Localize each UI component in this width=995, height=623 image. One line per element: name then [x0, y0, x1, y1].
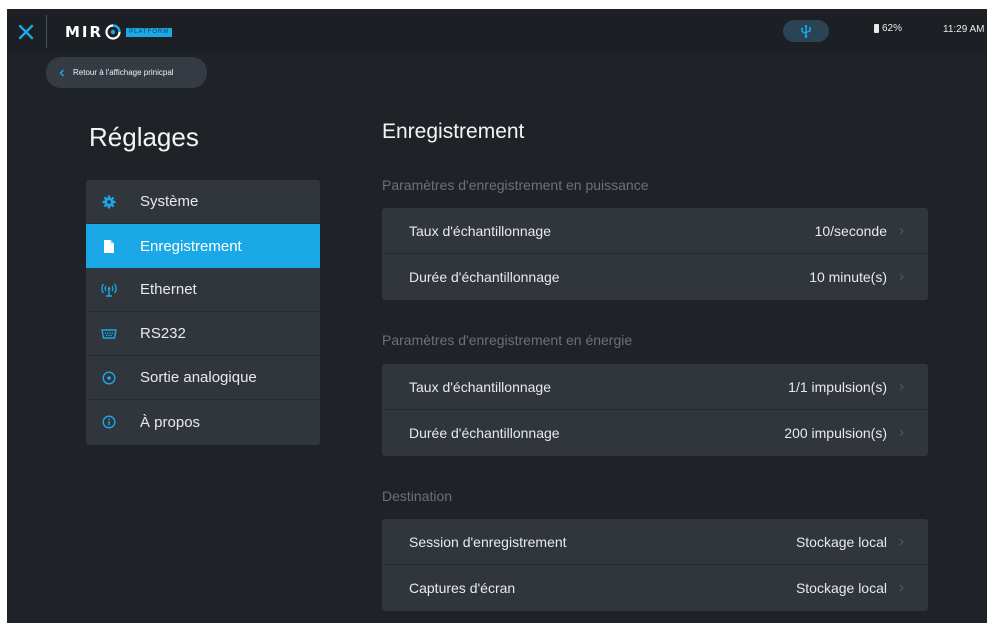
antenna-icon — [98, 283, 120, 297]
logo-text: MIR — [65, 23, 104, 41]
back-button[interactable]: Retour à l'affichage prinicpal — [46, 57, 207, 88]
setting-label: Durée d'échantillonnage — [409, 425, 560, 441]
chevron-right-icon — [899, 584, 904, 592]
settings-card-energie: Taux d'échantillonnage 1/1 impulsion(s) … — [382, 364, 928, 456]
sidebar-item-a-propos[interactable]: À propos — [86, 400, 320, 444]
sidebar-item-label: Système — [140, 193, 199, 210]
group-title-puissance: Paramètres d'enregistrement en puissance — [382, 177, 649, 193]
setting-value: 200 impulsion(s) — [784, 425, 887, 441]
setting-row[interactable]: Captures d'écran Stockage local — [382, 565, 928, 611]
battery-status: 62% — [874, 23, 902, 34]
topbar-divider — [46, 15, 47, 48]
logo-mark-icon — [105, 24, 121, 40]
setting-row[interactable]: Durée d'échantillonnage 10 minute(s) — [382, 254, 928, 300]
setting-row[interactable]: Session d'enregistrement Stockage local — [382, 519, 928, 565]
setting-label: Captures d'écran — [409, 580, 516, 596]
usb-status-button[interactable] — [783, 20, 829, 42]
section-title: Enregistrement — [382, 120, 525, 143]
setting-label: Taux d'échantillonnage — [409, 222, 552, 239]
sidebar-item-label: À propos — [140, 413, 201, 431]
group-title-destination: Destination — [382, 488, 453, 504]
chevron-right-icon — [899, 429, 904, 437]
chevron-right-icon — [899, 383, 904, 391]
sidebar-item-label: Enregistrement — [140, 237, 242, 255]
setting-label: Session d'enregistrement — [409, 533, 567, 550]
close-button[interactable] — [7, 9, 45, 54]
sidebar-item-ethernet[interactable]: Ethernet — [86, 268, 320, 312]
info-icon — [98, 415, 120, 429]
sidebar-item-rs232[interactable]: RS232 — [86, 312, 320, 356]
battery-level: 62% — [882, 23, 903, 34]
back-button-label: Retour à l'affichage prinicpal — [73, 68, 174, 77]
usb-icon — [801, 25, 811, 38]
document-icon — [98, 239, 120, 254]
chevron-right-icon — [899, 273, 904, 281]
top-bar: MIR PLATFORM 62% 11:29 AM — [7, 9, 987, 54]
target-icon — [98, 370, 120, 385]
setting-value: 1/1 impulsion(s) — [788, 378, 887, 395]
setting-value: 10 minute(s) — [809, 269, 887, 285]
chevron-right-icon — [899, 538, 904, 546]
sidebar-item-systeme[interactable]: Système — [86, 180, 320, 224]
setting-row[interactable]: Durée d'échantillonnage 200 impulsion(s) — [382, 410, 928, 456]
sidebar-item-label: RS232 — [140, 325, 186, 342]
battery-icon — [874, 24, 879, 33]
settings-card-puissance: Taux d'échantillonnage 10/seconde Durée … — [382, 208, 928, 300]
settings-card-destination: Session d'enregistrement Stockage local … — [382, 519, 928, 611]
serial-port-icon — [98, 328, 120, 339]
app-screen: MIR PLATFORM 62% 11:29 AM Retour à l'aff… — [7, 9, 987, 623]
setting-label: Taux d'échantillonnage — [409, 378, 552, 395]
gear-icon — [98, 195, 120, 209]
clock: 11:29 AM — [943, 24, 985, 35]
group-title-energie: Paramètres d'enregistrement en énergie — [382, 332, 633, 348]
setting-row[interactable]: Taux d'échantillonnage 10/seconde — [382, 208, 928, 254]
sidebar-item-enregistrement[interactable]: Enregistrement — [86, 224, 320, 268]
sidebar-item-label: Ethernet — [140, 281, 197, 298]
chevron-left-icon — [59, 68, 65, 77]
settings-sidebar: Système Enregistrement Ethernet RS232 So… — [86, 180, 320, 445]
setting-value: Stockage local — [795, 580, 887, 596]
sidebar-item-label: Sortie analogique — [140, 369, 257, 386]
miro-logo: MIR PLATFORM — [65, 23, 173, 41]
setting-label: Durée d'échantillonnage — [409, 269, 560, 285]
chevron-right-icon — [899, 227, 904, 235]
setting-value: Stockage local — [795, 533, 887, 550]
page-title: Réglages — [89, 122, 199, 152]
setting-row[interactable]: Taux d'échantillonnage 1/1 impulsion(s) — [382, 364, 928, 410]
logo-subtitle: PLATFORM — [126, 27, 173, 37]
close-icon — [18, 24, 34, 39]
sidebar-item-sortie-analogique[interactable]: Sortie analogique — [86, 356, 320, 400]
setting-value: 10/seconde — [814, 222, 887, 239]
